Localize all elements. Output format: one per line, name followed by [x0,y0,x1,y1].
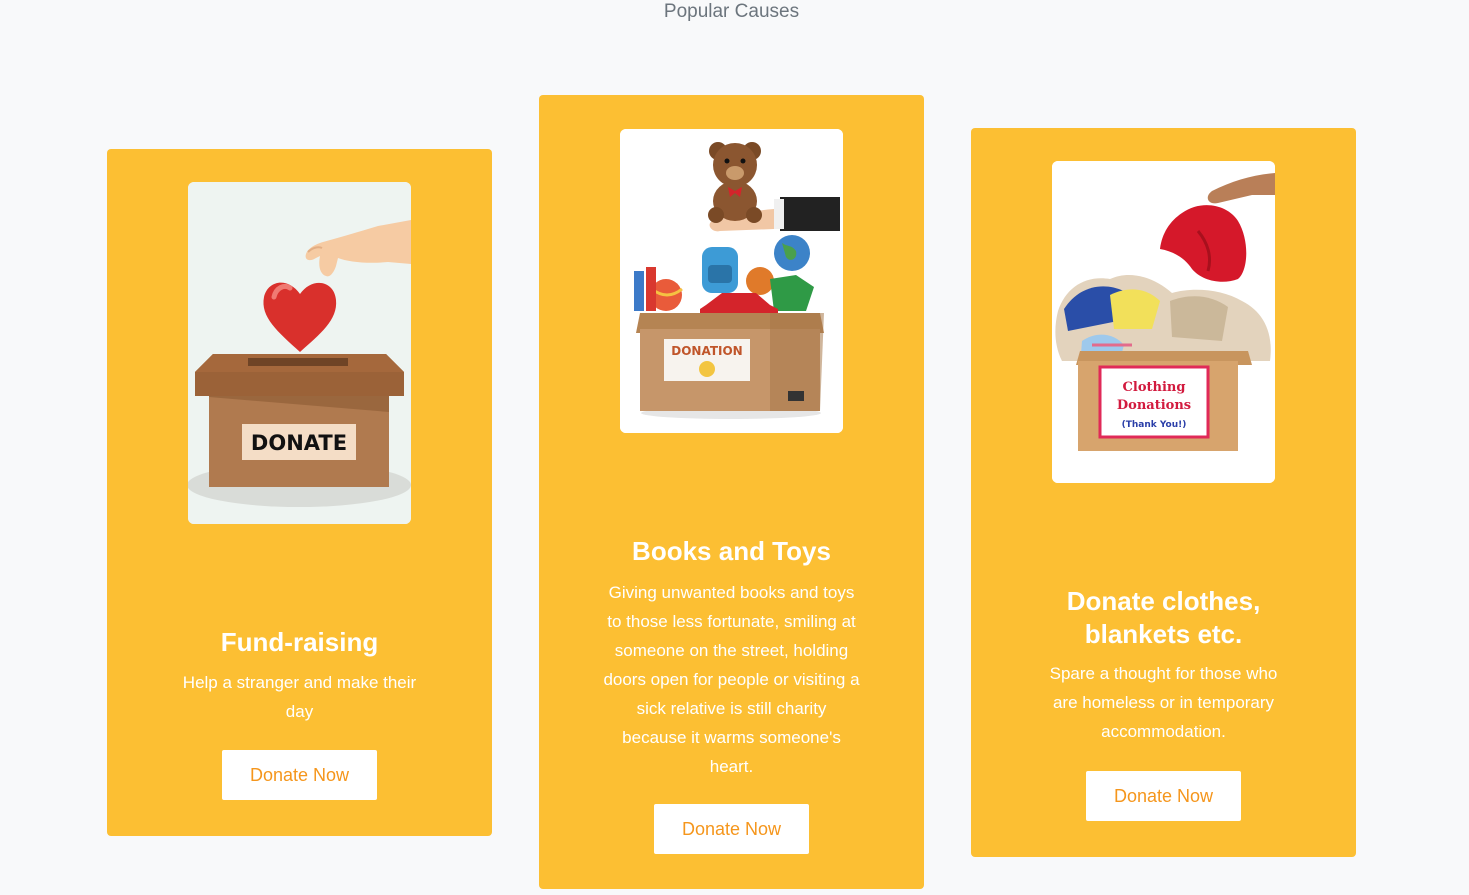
toy-donation-box-illustration: DONATION [620,129,843,433]
clothing-donation-box-illustration: Clothing Donations (Thank You!) [1052,161,1275,483]
cause-card-clothes: Clothing Donations (Thank You!) Donate c… [971,128,1356,857]
donation-box-label: DONATION [671,344,742,358]
card-title: Fund-raising [220,627,379,657]
card-description: Giving unwanted books and toys to those … [603,583,860,776]
clothing-label-line3: (Thank You!) [1122,420,1187,430]
fundraising-image: DONATE [188,182,411,524]
card-description: Spare a thought for those who are homele… [1049,664,1278,741]
clothing-label-line2: Donations [1117,398,1191,413]
donate-now-button[interactable]: Donate Now [654,804,809,854]
section-title: Popular Causes [663,1,800,22]
donate-box-label: DONATE [251,431,347,455]
donate-now-button[interactable]: Donate Now [1086,771,1241,821]
cause-card-fundraising: DONATE Fund-raising Help a stranger and … [107,149,492,836]
donation-box-heart-illustration: DONATE [188,182,411,524]
card-description: Help a stranger and make their day [182,673,417,721]
donate-now-button[interactable]: Donate Now [222,750,377,800]
card-title: Donate clothes, blankets etc. [1066,586,1261,649]
clothing-label-line1: Clothing [1123,380,1186,395]
cause-card-books-toys: DONATION Books and Toys Giving unwanted … [539,95,924,889]
card-title: Books and Toys [632,536,831,566]
clothes-image: Clothing Donations (Thank You!) [1052,161,1275,483]
books-toys-image: DONATION [620,129,843,433]
